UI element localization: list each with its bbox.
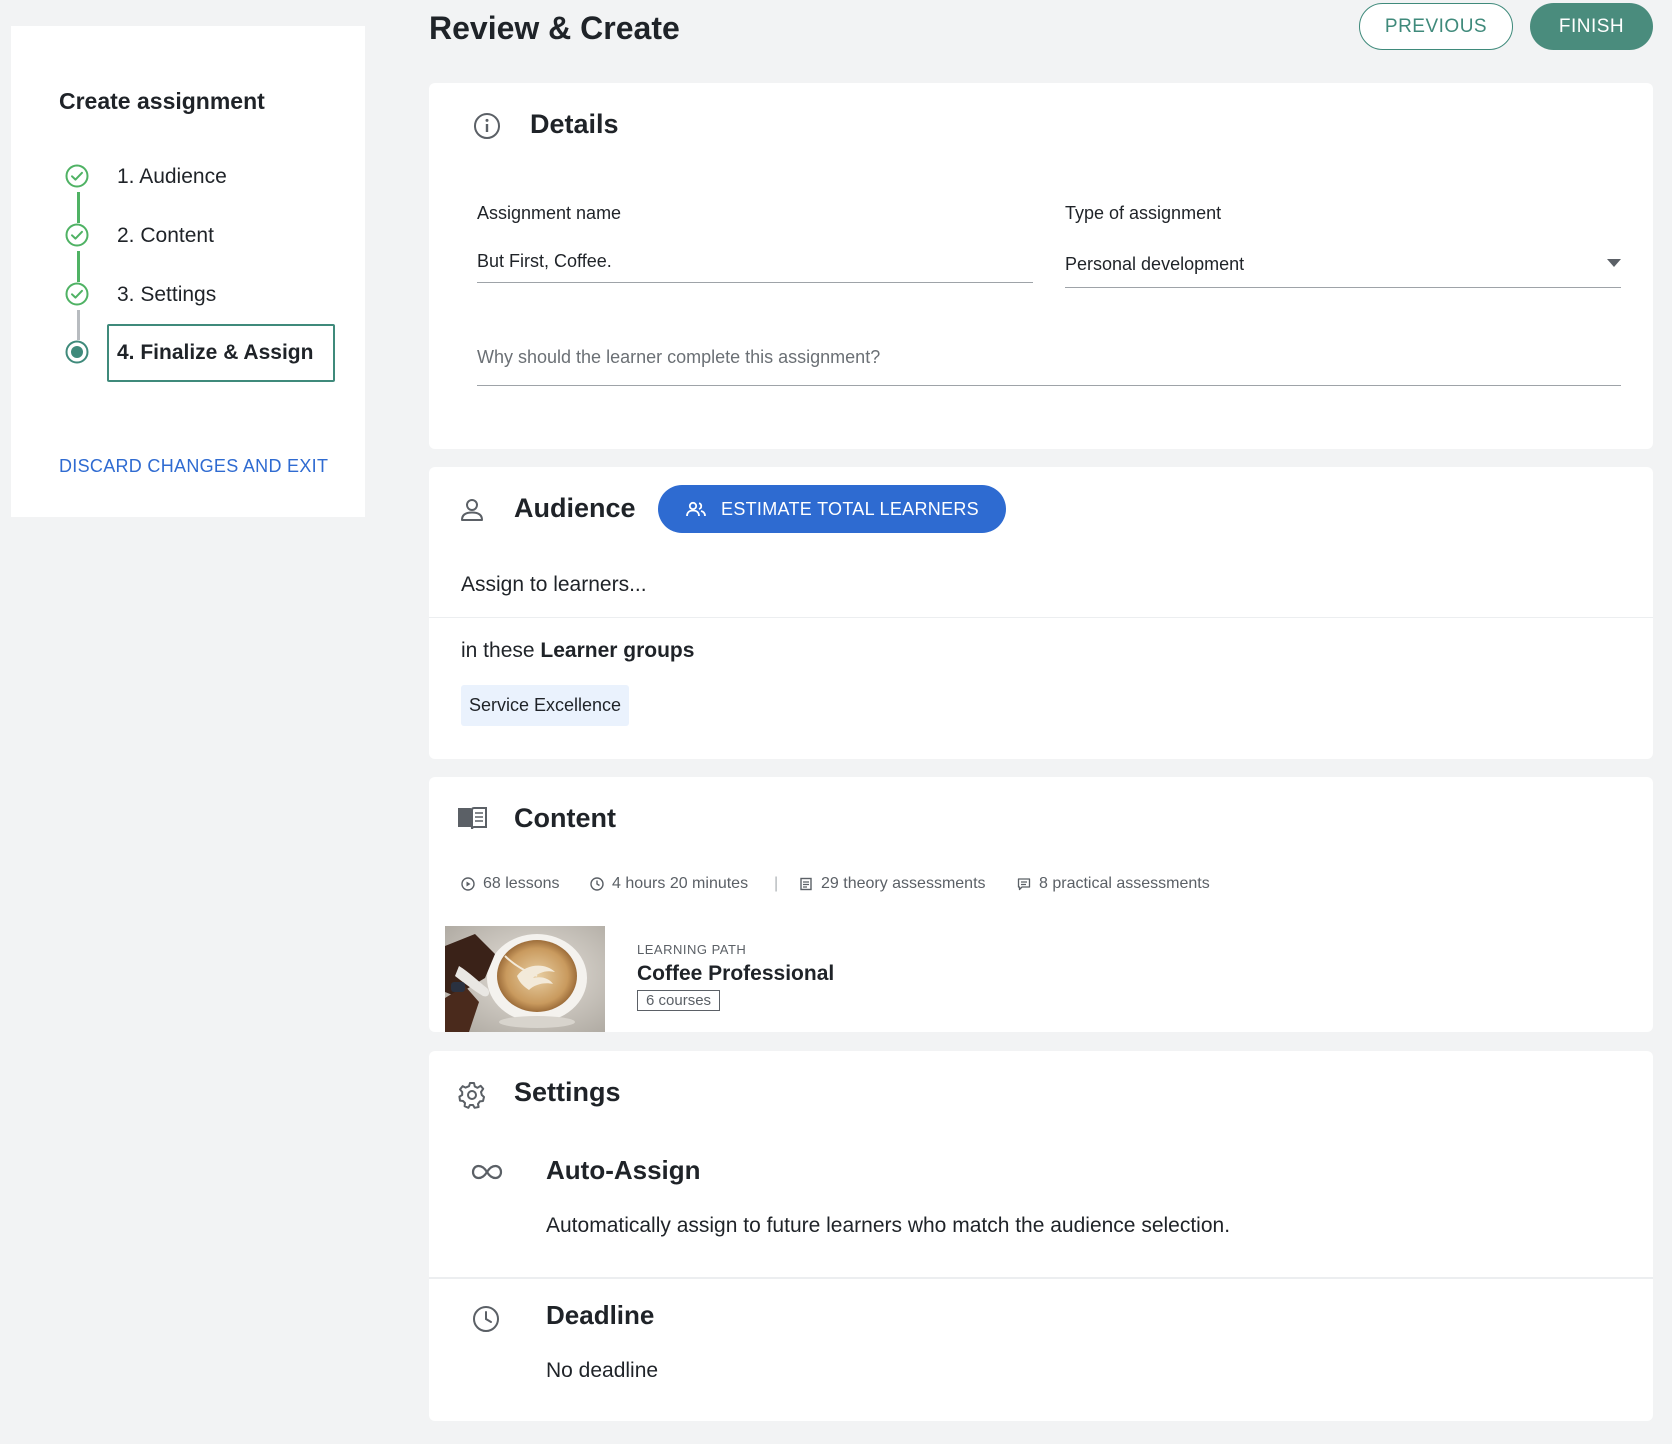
discard-changes-link[interactable]: DISCARD CHANGES AND EXIT [59, 456, 328, 477]
groups-label: Learner groups [540, 639, 695, 662]
assign-to-learners-text: Assign to learners... [461, 573, 647, 596]
groups-prefix: in these [461, 639, 541, 662]
audience-divider [429, 617, 1653, 618]
deadline-heading: Deadline [546, 1300, 655, 1330]
estimate-total-learners-button[interactable]: ESTIMATE TOTAL LEARNERS [658, 485, 1006, 533]
step-label: 3. Settings [117, 283, 217, 306]
play-circle-icon [461, 877, 475, 891]
learning-path-title[interactable]: Coffee Professional [637, 962, 834, 986]
type-of-assignment-select[interactable]: Personal development [1065, 254, 1244, 275]
theory-assessments-count: 29 theory assessments [821, 875, 986, 892]
deadline-value: No deadline [546, 1359, 659, 1382]
step-label: 4. Finalize & Assign [117, 341, 314, 364]
details-card: Details Assignment name But First, Coffe… [429, 83, 1653, 449]
settings-card: Settings Auto-Assign Automatically assig… [429, 1051, 1653, 1421]
settings-heading: Settings [514, 1077, 621, 1107]
reason-input[interactable]: Why should the learner complete this ass… [477, 347, 880, 368]
step-label: 2. Content [117, 224, 214, 247]
infinity-icon [471, 1164, 503, 1180]
lessons-count: 68 lessons [483, 875, 560, 892]
info-icon [474, 113, 500, 139]
check-circle-icon [65, 282, 89, 306]
assignment-name-input[interactable]: But First, Coffee. [477, 251, 612, 272]
audience-heading: Audience [514, 493, 636, 523]
group-icon [686, 501, 706, 517]
check-circle-icon [65, 223, 89, 247]
stat-separator: | [774, 875, 779, 892]
assignment-name-underline [477, 282, 1033, 283]
practical-assessments-stat: 8 practical assessments [1017, 875, 1210, 893]
lessons-stat: 68 lessons [461, 875, 560, 893]
clock-icon [473, 1306, 499, 1332]
type-select-underline [1065, 287, 1621, 288]
comment-icon [1017, 878, 1031, 891]
courses-count-badge: 6 courses [637, 990, 721, 1011]
duration-value: 4 hours 20 minutes [612, 875, 749, 892]
sidebar-title: Create assignment [59, 88, 265, 114]
learner-group-tag: Service Excellence [461, 685, 630, 726]
current-step-icon [65, 340, 89, 364]
document-icon [800, 877, 812, 891]
learner-groups-heading: in these Learner groups [461, 639, 694, 663]
audience-card: Audience ESTIMATE TOTAL LEARNERS Assign … [429, 467, 1653, 759]
finish-button[interactable]: FINISH [1530, 3, 1653, 50]
practical-assessments-count: 8 practical assessments [1039, 875, 1210, 892]
coffee-thumbnail[interactable] [445, 926, 605, 1032]
person-icon [461, 499, 483, 521]
step-content[interactable]: 2. Content [59, 209, 349, 269]
duration-stat: 4 hours 20 minutes [590, 875, 748, 893]
wizard-sidebar: Create assignment 1. Audience 2. Content… [11, 26, 365, 517]
content-heading: Content [514, 803, 616, 833]
gear-icon [458, 1082, 485, 1109]
clock-icon [590, 877, 604, 891]
assignment-name-label: Assignment name [477, 203, 622, 223]
auto-assign-heading: Auto-Assign [546, 1155, 701, 1185]
learning-path-kicker: LEARNING PATH [637, 942, 747, 957]
latte-art-image [445, 926, 605, 1032]
caret-down-icon[interactable] [1607, 259, 1621, 267]
content-card: Content 68 lessons 4 hours 20 minutes | … [429, 777, 1653, 1032]
details-heading: Details [530, 109, 619, 139]
previous-button[interactable]: PREVIOUS [1359, 3, 1513, 50]
reason-underline [477, 385, 1621, 386]
step-label: 1. Audience [117, 165, 227, 188]
estimate-button-label: ESTIMATE TOTAL LEARNERS [721, 498, 979, 519]
step-settings[interactable]: 3. Settings [59, 268, 349, 328]
theory-assessments-stat: 29 theory assessments [799, 875, 986, 893]
book-icon [458, 807, 487, 830]
page-title: Review & Create [429, 10, 680, 46]
step-finalize[interactable]: 4. Finalize & Assign [59, 324, 349, 386]
auto-assign-description: Automatically assign to future learners … [546, 1214, 1231, 1237]
type-of-assignment-label: Type of assignment [1065, 203, 1222, 223]
check-circle-icon [65, 164, 89, 188]
step-audience[interactable]: 1. Audience [59, 150, 349, 210]
settings-divider [429, 1277, 1653, 1279]
